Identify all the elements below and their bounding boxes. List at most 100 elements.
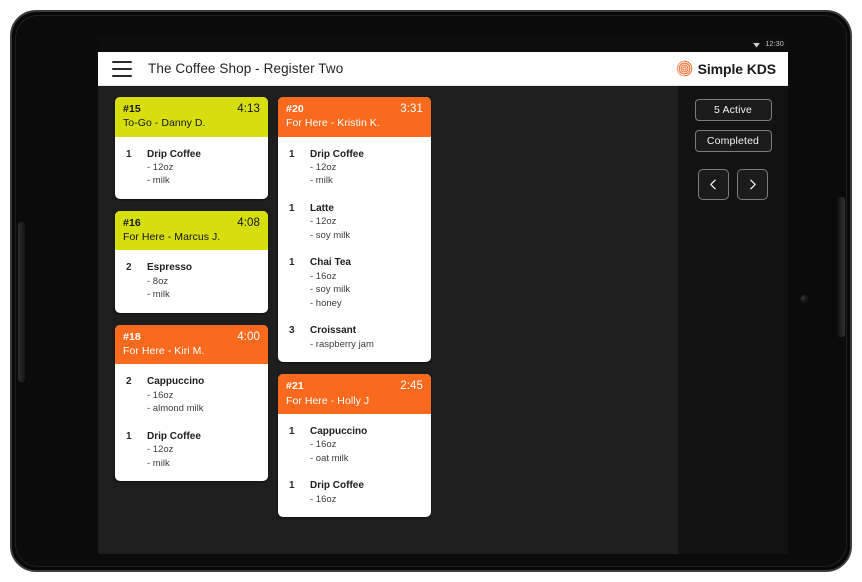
order-item[interactable]: 1Drip Coffee- 12oz- milk (123, 145, 260, 188)
order-item[interactable]: 1Drip Coffee- 12oz- milk (123, 427, 260, 470)
item-modifier: - milk (147, 174, 260, 187)
tablet-device-frame: 12:30 The Coffee Shop - Register Two (10, 10, 852, 572)
order-timer: 4:08 (237, 216, 260, 230)
order-customer: For Here - Kristin K. (286, 117, 423, 130)
control-rail: 5 Active Completed (678, 86, 788, 554)
order-card-header: #212:45For Here - Holly J (278, 374, 431, 414)
order-timer: 2:45 (400, 379, 423, 393)
order-column: #203:31For Here - Kristin K.1Drip Coffee… (278, 97, 431, 517)
item-quantity: 3 (286, 324, 310, 351)
item-modifier: - oat milk (310, 452, 423, 465)
app-body: #154:13To-Go - Danny D.1Drip Coffee- 12o… (98, 86, 788, 554)
order-items: 2Cappuccino- 16oz- almond milk 1Drip Coff… (115, 364, 268, 481)
item-name: Drip Coffee (310, 148, 423, 162)
item-modifier: - 16oz (310, 493, 423, 506)
item-name: Croissant (310, 324, 423, 338)
brand-name: Simple KDS (698, 61, 776, 77)
order-item[interactable]: 3Croissant- raspberry jam (286, 321, 423, 351)
item-modifier: - soy milk (310, 283, 423, 296)
item-name: Cappuccino (310, 425, 423, 439)
order-header-row: #21 2:45 (286, 379, 423, 393)
order-customer: For Here - Kiri M. (123, 345, 260, 358)
hamburger-menu-icon[interactable] (112, 61, 132, 77)
order-column: #154:13To-Go - Danny D.1Drip Coffee- 12o… (115, 97, 268, 481)
item-name: Chai Tea (310, 256, 423, 270)
completed-orders-button[interactable]: Completed (695, 130, 772, 152)
item-detail: Drip Coffee- 12oz- milk (147, 148, 260, 188)
item-detail: Cappuccino- 16oz- oat milk (310, 425, 423, 465)
item-name: Espresso (147, 261, 260, 275)
order-timer: 4:13 (237, 102, 260, 116)
chevron-right-icon (746, 178, 759, 191)
order-number: #16 (123, 217, 141, 230)
item-name: Latte (310, 202, 423, 216)
order-items: 1Drip Coffee- 12oz- milk1Latte- 12oz- so… (278, 137, 431, 363)
item-modifier: - 8oz (147, 275, 260, 288)
order-card[interactable]: #164:08For Here - Marcus J.2Espresso- 8o… (115, 211, 268, 313)
previous-page-button[interactable] (698, 169, 729, 200)
item-quantity: 1 (286, 425, 310, 465)
order-customer: To-Go - Danny D. (123, 117, 260, 130)
item-modifier: - soy milk (310, 229, 423, 242)
order-header-row: #18 4:00 (123, 330, 260, 344)
order-number: #18 (123, 331, 141, 344)
item-modifier: - 12oz (147, 443, 260, 456)
item-detail: Chai Tea- 16oz- soy milk- honey (310, 256, 423, 310)
item-modifier: - 16oz (310, 270, 423, 283)
item-modifier: - honey (310, 297, 423, 310)
chevron-left-icon (707, 178, 720, 191)
order-number: #20 (286, 103, 304, 116)
item-modifier: - almond milk (147, 402, 260, 415)
item-modifier: - raspberry jam (310, 338, 423, 351)
item-detail: Cappuccino- 16oz- almond milk (147, 375, 260, 415)
order-timer: 4:00 (237, 330, 260, 344)
item-modifier: - milk (147, 288, 260, 301)
next-page-button[interactable] (737, 169, 768, 200)
app-bar: The Coffee Shop - Register Two Simple KD… (98, 52, 788, 86)
simple-kds-spiral-logo-icon (676, 60, 693, 77)
order-header-row: #154:13 (123, 102, 260, 116)
item-name: Drip Coffee (147, 430, 260, 444)
pager (698, 169, 768, 200)
order-card-header: #18 4:00For Here - Kiri M. (115, 325, 268, 365)
order-item[interactable]: 2Espresso- 8oz- milk (123, 258, 260, 301)
page-title: The Coffee Shop - Register Two (148, 61, 343, 76)
order-card[interactable]: #203:31For Here - Kristin K.1Drip Coffee… (278, 97, 431, 362)
item-detail: Drip Coffee- 12oz- milk (310, 148, 423, 188)
item-detail: Croissant- raspberry jam (310, 324, 423, 351)
order-timer: 3:31 (400, 102, 423, 116)
order-card[interactable]: #212:45For Here - Holly J1Cappuccino- 16… (278, 374, 431, 517)
item-quantity: 1 (286, 256, 310, 310)
order-card[interactable]: #154:13To-Go - Danny D. 1Drip Coffee- 12o… (115, 97, 268, 199)
item-modifier: - milk (310, 174, 423, 187)
item-name: Drip Coffee (147, 148, 260, 162)
order-item[interactable]: 1Latte- 12oz- soy milk (286, 199, 423, 242)
item-quantity: 1 (123, 148, 147, 188)
item-detail: Espresso- 8oz- milk (147, 261, 260, 301)
volume-rocker-button[interactable] (18, 222, 25, 382)
brand-logo: Simple KDS (676, 60, 776, 77)
item-quantity: 2 (123, 261, 147, 301)
order-item[interactable]: 1Drip Coffee- 16oz (286, 476, 423, 506)
order-card[interactable]: #18 4:00For Here - Kiri M. 2Cappuccino- 16… (115, 325, 268, 481)
order-item[interactable]: 1Drip Coffee- 12oz- milk (286, 145, 423, 188)
active-orders-button[interactable]: 5 Active (695, 99, 772, 121)
item-quantity: 1 (286, 479, 310, 506)
order-item[interactable]: 1Cappuccino- 16oz- oat milk (286, 422, 423, 465)
order-number: #21 (286, 380, 304, 393)
order-items: 2Espresso- 8oz- milk (115, 250, 268, 312)
android-status-bar: 12:30 (98, 36, 788, 52)
status-bar-clock: 12:30 (765, 41, 784, 48)
order-card-header: #164:08For Here - Marcus J. (115, 211, 268, 251)
item-modifier: - 12oz (310, 161, 423, 174)
order-card-header: #20 3:31For Here - Kristin K. (278, 97, 431, 137)
order-item[interactable]: 1Chai Tea- 16oz- soy milk- honey (286, 253, 423, 310)
order-item[interactable]: 2Cappuccino- 16oz- almond milk (123, 372, 260, 415)
item-detail: Latte- 12oz- soy milk (310, 202, 423, 242)
item-quantity: 1 (286, 148, 310, 188)
item-name: Drip Coffee (310, 479, 423, 493)
item-detail: Drip Coffee- 12oz- milk (147, 430, 260, 470)
order-card-header: #154:13To-Go - Danny D. (115, 97, 268, 137)
item-detail: Drip Coffee- 16oz (310, 479, 423, 506)
power-button[interactable] (838, 197, 845, 337)
